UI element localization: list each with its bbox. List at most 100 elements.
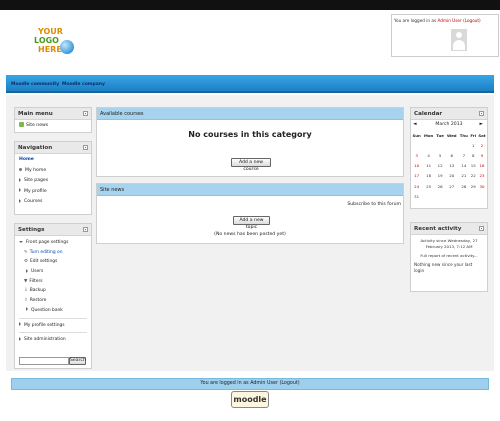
calendar-day: 18 [426,173,432,179]
collapse-arrow-icon [19,240,23,243]
footer-logout-link[interactable]: (Logout) [279,381,299,386]
block-hide-icon[interactable] [83,111,88,116]
main-menu-item-label: Site news [26,123,49,128]
expand-arrow-icon [19,198,21,203]
calendar-week-row: 17 18 19 20 21 22 23 [411,171,487,181]
moodle-logo[interactable]: moodle [231,391,269,408]
weekday-header: Mon [423,132,434,138]
weekday-header: Sun [412,132,421,138]
nav-item-site-pages[interactable]: Site pages [19,176,87,187]
divider [19,317,87,319]
nav-item-label: Site pages [24,178,49,183]
logo-text-2: LOGO [34,36,59,45]
expand-arrow-icon [26,268,28,273]
calendar-day: 7 [462,152,466,158]
settings-item-label: Edit settings [29,259,58,265]
block-hide-icon[interactable] [479,111,484,116]
available-courses-block: Available courses No courses in this cat… [96,107,404,177]
menu-item-moodle-community[interactable]: Moodle community [11,82,59,87]
settings-restore[interactable]: ⇧ Restore [19,296,87,306]
logo-text-3: HERE [38,45,62,54]
settings-item-label: Site administration [24,337,66,343]
settings-item-label: Backup [29,288,46,294]
menu-item-moodle-company[interactable]: Moodle company [62,82,105,87]
settings-site-administration[interactable]: Site administration [19,335,87,345]
nav-item-label: My profile [24,188,47,194]
recent-activity-block: Recent activity Activity since Wednesday… [410,222,488,292]
calendar-day [458,191,469,201]
forum-icon [19,122,24,127]
logout-link[interactable]: (Logout) [463,18,481,23]
settings-edit-settings[interactable]: ⚙ Edit settings [19,257,87,267]
block-hide-icon[interactable] [83,227,88,232]
settings-filters[interactable]: ▼ Filters [19,277,87,287]
filter-icon: ▼ [24,278,28,284]
settings-users[interactable]: Users [19,267,87,277]
add-new-topic-button[interactable]: Add a new topic [233,216,270,230]
footer-login-info: You are logged in as Admin User (Logout) [11,378,489,390]
moodle-logo-text: moodle [233,395,267,404]
footer-login-prefix: You are logged in as [200,381,251,386]
pencil-icon: ✎ [24,249,28,255]
calendar-day: 10 [414,163,420,169]
site-news-title: Site news [100,187,125,193]
site-news-header: Site news [97,184,403,196]
nav-item-courses[interactable]: Courses [19,197,87,208]
add-new-course-button[interactable]: Add a new course [231,158,271,172]
calendar-day: 20 [449,173,455,179]
calendar-day: 4 [427,152,430,158]
settings-search-button[interactable]: Search [69,357,86,365]
block-hide-icon[interactable] [479,226,484,231]
login-info-box: You are logged in as Admin User (Logout) [391,14,499,57]
main-menu-block: Main menu Site news [14,107,92,133]
calendar-day: 28 [461,183,467,189]
calendar-day: 15 [470,163,476,169]
block-hide-icon[interactable] [83,145,88,150]
settings-front-page[interactable]: Front page settings [19,238,87,248]
nothing-new-line-2: login [414,268,425,273]
settings-question-bank[interactable]: Question bank [19,306,87,316]
activity-since-line-2: February 2013, 7:12 AM [425,244,473,249]
site-logo[interactable]: YOUR LOGO HERE [28,24,78,66]
footer-login-user-link[interactable]: Admin User [250,381,278,386]
settings-front-page-label: Front page settings [26,240,69,245]
settings-turn-editing-on[interactable]: ✎ Turn editing on [19,248,87,258]
expand-arrow-icon [19,177,21,182]
calendar-day [435,191,445,201]
calendar-title: Calendar [414,111,443,117]
subscribe-link[interactable]: Subscribe to this forum [347,202,401,207]
login-info: You are logged in as Admin User (Logout) [394,18,481,23]
main-menu-item-site-news[interactable]: Site news [19,121,87,132]
calendar-next-month[interactable]: ► [479,122,483,127]
calendar-day: 1 [471,142,475,148]
user-avatar[interactable] [451,29,467,51]
calendar-day: 25 [426,183,432,189]
no-courses-message: No courses in this category [188,130,312,139]
navigation-header: Navigation [15,142,91,154]
settings-search-input[interactable] [19,357,69,365]
calendar-day: 27 [449,183,455,189]
calendar-day: 3 [415,152,418,158]
login-prefix: You are logged in as [394,18,438,23]
logo-globe-icon [60,40,74,54]
calendar-day: 2 [480,142,484,148]
nav-home[interactable]: Home [19,155,87,166]
nav-home-label: Home [19,157,34,162]
full-report-link[interactable]: Full report of recent activity... [414,252,484,260]
custom-menu-bar: Moodle community Moodle company [6,75,494,93]
login-user-link[interactable]: Admin User [438,18,462,23]
calendar-day: 23 [479,173,485,179]
settings-title: Settings [18,227,45,233]
calendar-day [458,140,469,150]
calendar-day: 5 [438,152,442,158]
calendar-day: 29 [470,183,476,189]
navigation-title: Navigation [18,145,53,151]
nav-item-my-profile[interactable]: My profile [19,187,87,198]
nav-item-my-home[interactable]: My home [19,166,87,177]
calendar-week-row: 31 [411,191,487,201]
settings-item-label: Turn editing on [29,249,63,255]
settings-backup[interactable]: ⇩ Backup [19,286,87,296]
weekday-header: Tue [436,132,444,138]
settings-my-profile[interactable]: My profile settings [19,321,87,331]
recent-activity-title: Recent activity [414,226,462,232]
